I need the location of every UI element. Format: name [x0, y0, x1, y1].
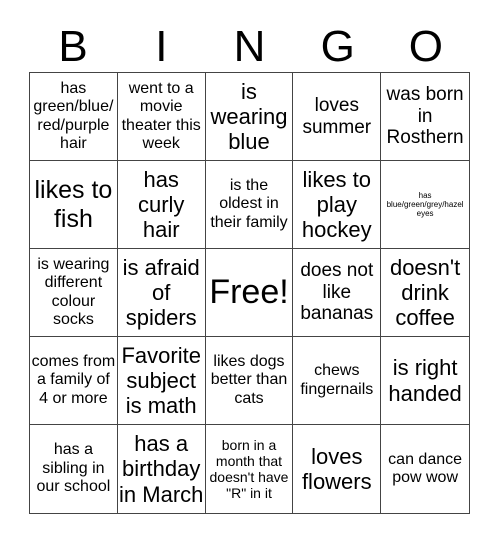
bingo-header: B I N G O — [29, 22, 470, 72]
bingo-cell[interactable]: is wearing blue — [205, 73, 294, 161]
bingo-cell[interactable]: is the oldest in their family — [205, 161, 294, 249]
bingo-cell[interactable]: Favorite subject is math — [117, 337, 206, 425]
bingo-cell[interactable]: has blue/green/grey/hazel eyes — [381, 161, 469, 249]
bingo-cell[interactable]: can dance pow wow — [381, 425, 469, 513]
bingo-cell[interactable]: does not like bananas — [293, 249, 382, 337]
free-space-cell[interactable]: Free! — [205, 249, 294, 337]
header-letter-i: I — [155, 22, 168, 71]
bingo-cell[interactable]: doesn't drink coffee — [381, 249, 469, 337]
header-letter-n: N — [233, 22, 266, 71]
bingo-cell[interactable]: likes to play hockey — [293, 161, 382, 249]
header-letter-g: G — [320, 22, 355, 71]
header-letter-b: B — [58, 22, 88, 71]
bingo-cell[interactable]: was born in Rosthern — [381, 73, 469, 161]
bingo-cell[interactable]: likes to fish — [30, 161, 118, 249]
bingo-cell[interactable]: is wearing different colour socks — [30, 249, 118, 337]
bingo-cell[interactable]: likes dogs better than cats — [205, 337, 294, 425]
bingo-cell[interactable]: comes from a family of 4 or more — [30, 337, 118, 425]
bingo-cell[interactable]: has a birthday in March — [118, 425, 206, 513]
header-letter-o: O — [408, 22, 444, 71]
bingo-cell[interactable]: went to a movie theater this week — [117, 73, 206, 161]
bingo-cell[interactable]: has a sibling in our school — [30, 425, 118, 513]
bingo-cell[interactable]: born in a month that doesn't have "R" in… — [206, 425, 294, 513]
bingo-cell[interactable]: chews fingernails — [293, 337, 382, 425]
bingo-cell[interactable]: loves flowers — [293, 425, 382, 513]
bingo-cell[interactable]: loves summer — [293, 73, 382, 161]
bingo-card-grid: has green/blue/ red/purple hair went to … — [29, 72, 470, 514]
bingo-cell[interactable]: has curly hair — [117, 161, 206, 249]
bingo-cell[interactable]: is right handed — [381, 337, 469, 425]
bingo-cell[interactable]: has green/blue/ red/purple hair — [30, 73, 118, 161]
bingo-cell[interactable]: is afraid of spiders — [117, 249, 206, 337]
